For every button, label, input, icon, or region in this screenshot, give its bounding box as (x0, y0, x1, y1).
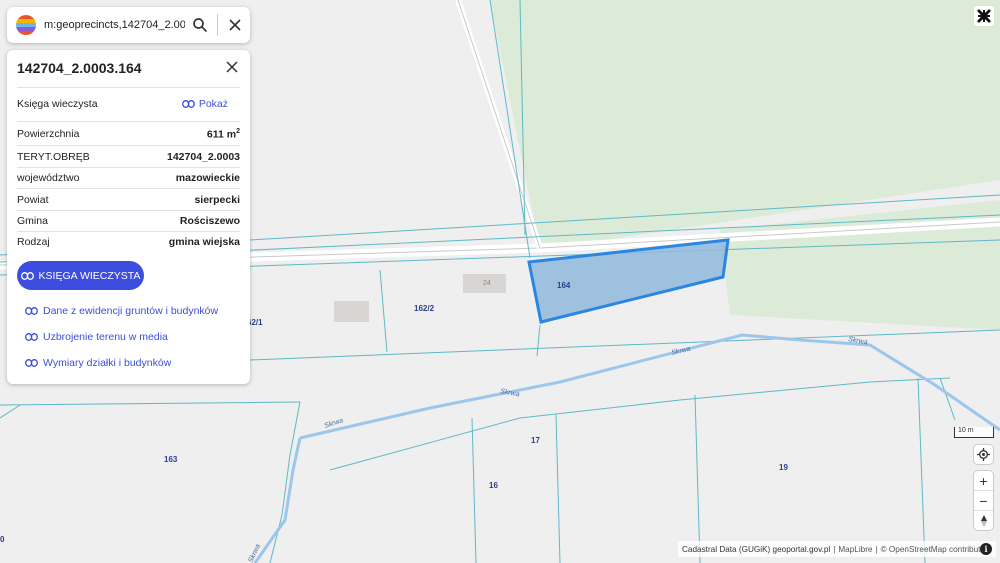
maplibre-link[interactable]: MapLibre (838, 545, 872, 554)
attr-label: Rodzaj (17, 236, 50, 248)
navigation-control: + − (974, 471, 993, 530)
dimensions-link[interactable]: Wymiary działki i budynków (25, 357, 171, 369)
building (334, 301, 369, 322)
compass-icon[interactable] (974, 510, 993, 530)
parcel-label: 162/2 (414, 304, 435, 313)
attribution-source[interactable]: Cadastral Data (GUGiK) geoportal.gov.pl (682, 545, 830, 554)
search-divider (217, 14, 218, 36)
river (299, 333, 1000, 440)
attr-label: Powiat (17, 194, 49, 206)
show-land-register-link[interactable]: Pokaż (181, 98, 228, 110)
attr-row: Rodzaj gmina wiejska (17, 236, 240, 248)
attr-value: gmina wiejska (168, 236, 240, 248)
parcel-label: 164 (557, 281, 571, 290)
link-icon (25, 333, 38, 341)
info-icon[interactable]: i (980, 543, 992, 555)
zoom-out-button[interactable]: − (974, 490, 993, 510)
geolocate-icon[interactable] (974, 445, 993, 464)
fullscreen-exit-icon[interactable] (974, 6, 994, 26)
attr-row: Powiat sierpecki (17, 194, 240, 206)
close-panel-icon[interactable] (221, 56, 243, 78)
attr-row: Gmina Rościszewo (17, 215, 240, 227)
link-label: Wymiary działki i budynków (43, 357, 172, 369)
show-label: Pokaż (198, 98, 228, 110)
attr-value: mazowieckie (175, 172, 240, 184)
attr-value: 142704_2.0003 (167, 151, 240, 163)
link-icon (25, 307, 38, 315)
attr-label: województwo (17, 172, 80, 184)
attr-value: 611 m2 (206, 128, 240, 141)
link-label: Dane z ewidencji gruntów i budynków (43, 305, 219, 317)
search-bar[interactable]: m:geoprecincts,142704_2.0003 (7, 7, 250, 43)
geolocate-control (974, 445, 993, 464)
attr-row: województwo mazowieckie (17, 172, 240, 184)
attr-row-area: Powierzchnia 611 m2 (17, 128, 240, 141)
zoom-in-button[interactable]: + (974, 471, 993, 490)
divider (17, 231, 240, 232)
divider (17, 188, 240, 189)
attr-label: Powierzchnia (17, 128, 80, 140)
attr-value: Rościszewo (179, 215, 240, 227)
app-logo-icon (16, 15, 36, 35)
land-records-link[interactable]: Dane z ewidencji gruntów i budynków (25, 305, 218, 317)
attr-label: Gmina (17, 215, 48, 227)
link-label: Uzbrojenie terenu w media (43, 331, 168, 343)
land-register-row: Księga wieczysta Pokaż (17, 98, 240, 110)
river-label: Skrwa (671, 345, 692, 357)
link-icon (25, 359, 38, 367)
divider (17, 121, 240, 122)
divider (17, 145, 240, 146)
attribution-separator: | (875, 544, 878, 554)
river (253, 437, 302, 563)
river-label: Skrwa (247, 543, 262, 563)
link-icon (181, 100, 195, 108)
attr-label: TERYT.OBRĘB (17, 151, 90, 163)
scale-bar: 10 m (954, 427, 994, 438)
search-input[interactable]: m:geoprecincts,142704_2.0003 (44, 19, 185, 31)
attribution: Cadastral Data (GUGiK) geoportal.gov.pl … (678, 541, 996, 557)
attr-row: TERYT.OBRĘB 142704_2.0003 (17, 151, 240, 163)
panel-title: 142704_2.0003.164 (17, 60, 142, 76)
search-icon[interactable] (185, 10, 215, 40)
parcel-label: 0 (0, 535, 5, 544)
link-icon (20, 271, 34, 280)
land-register-button-label: KSIĘGA WIECZYSTA (38, 269, 141, 282)
building-label: 24 (483, 280, 491, 287)
land-register-label: Księga wieczysta (17, 98, 98, 110)
parcel-info-panel: 142704_2.0003.164 Księga wieczysta Pokaż… (7, 50, 250, 384)
utilities-link[interactable]: Uzbrojenie terenu w media (25, 331, 168, 343)
divider (17, 210, 240, 211)
clear-search-icon[interactable] (220, 10, 250, 40)
osm-link[interactable]: © OpenStreetMap contributors (881, 545, 992, 554)
parcel-label: 163 (164, 455, 178, 464)
parcel-label: 16 (489, 481, 498, 490)
attr-value: sierpecki (194, 194, 240, 206)
parcel-label: 19 (779, 463, 788, 472)
divider (17, 167, 240, 168)
forest-area (720, 200, 1000, 330)
attribution-separator: | (833, 544, 836, 554)
divider (17, 87, 240, 88)
land-register-button[interactable]: KSIĘGA WIECZYSTA (17, 261, 144, 290)
parcel-label: 17 (531, 436, 540, 445)
